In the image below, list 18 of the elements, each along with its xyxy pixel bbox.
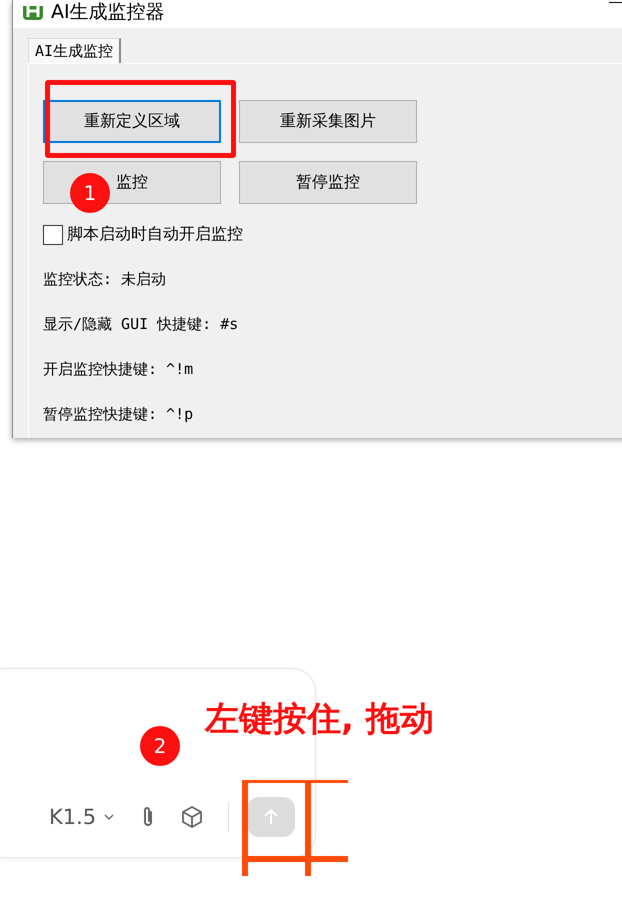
send-button[interactable] xyxy=(247,797,296,837)
model-selector[interactable]: K1.5 xyxy=(49,805,96,829)
chevron-down-icon xyxy=(104,814,114,820)
info-text: 开启监控快捷键: ^!m xyxy=(43,360,194,380)
cube-icon[interactable] xyxy=(180,805,204,829)
action-button[interactable]: 重新定义区域 xyxy=(43,100,221,143)
action-button[interactable]: 暂停监控 xyxy=(239,161,417,204)
action-button[interactable]: 重新采集图片 xyxy=(239,100,417,143)
checkbox[interactable] xyxy=(43,224,63,244)
checkbox-label: 脚本启动时自动开启监控 xyxy=(67,224,243,245)
app-icon xyxy=(23,6,43,20)
window-title: AI生成监控器 xyxy=(51,1,165,23)
info-text: 显示/隐藏 GUI 快捷键: #s xyxy=(43,315,240,335)
info-text: 暂停监控快捷键: ^!p xyxy=(43,405,194,425)
instruction-text: 左键按住, 拖动 xyxy=(205,698,434,741)
tab[interactable]: AI生成监控 xyxy=(28,38,122,63)
info-text: 监控状态: 未启动 xyxy=(43,270,168,290)
arrow-up-icon xyxy=(262,808,280,826)
